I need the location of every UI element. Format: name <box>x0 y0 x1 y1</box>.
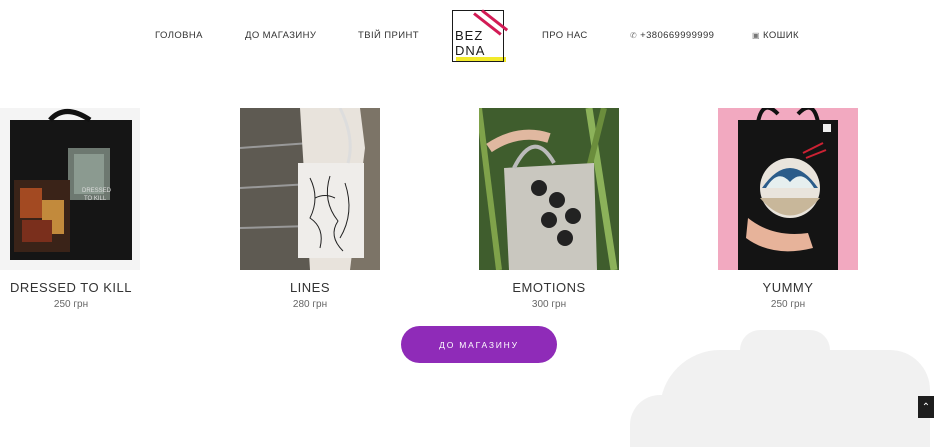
product-price: 250 грн <box>53 299 89 310</box>
bag-icon: ▣ <box>752 31 760 40</box>
logo[interactable]: BEZ DNA <box>452 9 509 66</box>
arrow-up-icon[interactable]: ⌃ <box>918 396 934 418</box>
product-price: 280 грн <box>292 299 328 310</box>
decorative-blob-2 <box>630 395 690 447</box>
phone-number: +380669999999 <box>640 30 715 41</box>
product-name[interactable]: EMOTIONS <box>479 280 619 295</box>
product-image[interactable] <box>240 108 380 270</box>
nav-home[interactable]: ГОЛОВНА <box>155 30 203 41</box>
phone-icon: ✆ <box>630 31 638 40</box>
product-name[interactable]: YUMMY <box>718 280 858 295</box>
product-card[interactable]: LINES 280 грн <box>240 108 380 310</box>
product-card[interactable]: YUMMY 250 грн <box>718 108 858 310</box>
product-image[interactable] <box>479 108 619 270</box>
logo-text: BEZ DNA <box>455 28 485 58</box>
product-name[interactable]: LINES <box>240 280 380 295</box>
svg-text:DRESSED: DRESSED <box>82 188 112 194</box>
product-card[interactable]: EMOTIONS 300 грн <box>479 108 619 310</box>
product-price: 250 грн <box>770 299 806 310</box>
cart-label: КОШИК <box>763 30 799 41</box>
product-price: 300 грн <box>531 299 567 310</box>
nav-print[interactable]: ТВІЙ ПРИНТ <box>358 30 419 41</box>
nav-about[interactable]: ПРО НАС <box>542 30 588 41</box>
product-image[interactable]: DRESSED TO KILL <box>0 108 140 270</box>
nav-shop[interactable]: ДО МАГАЗИНУ <box>245 30 316 41</box>
logo-line-2: DNA <box>455 43 486 58</box>
nav-phone[interactable]: ✆ +380669999999 <box>630 30 714 41</box>
svg-text:TO KILL: TO KILL <box>84 196 107 202</box>
product-card[interactable]: DRESSED TO KILL DRESSED TO KILL 250 грн <box>0 108 142 310</box>
product-name[interactable]: DRESSED TO KILL <box>0 280 142 295</box>
logo-line-1: BEZ <box>455 28 484 43</box>
nav-cart[interactable]: ▣ КОШИК <box>752 30 799 41</box>
shop-button[interactable]: ДО МАГАЗИНУ <box>401 326 557 363</box>
decorative-blob-3 <box>740 330 830 370</box>
product-image[interactable] <box>718 108 858 270</box>
